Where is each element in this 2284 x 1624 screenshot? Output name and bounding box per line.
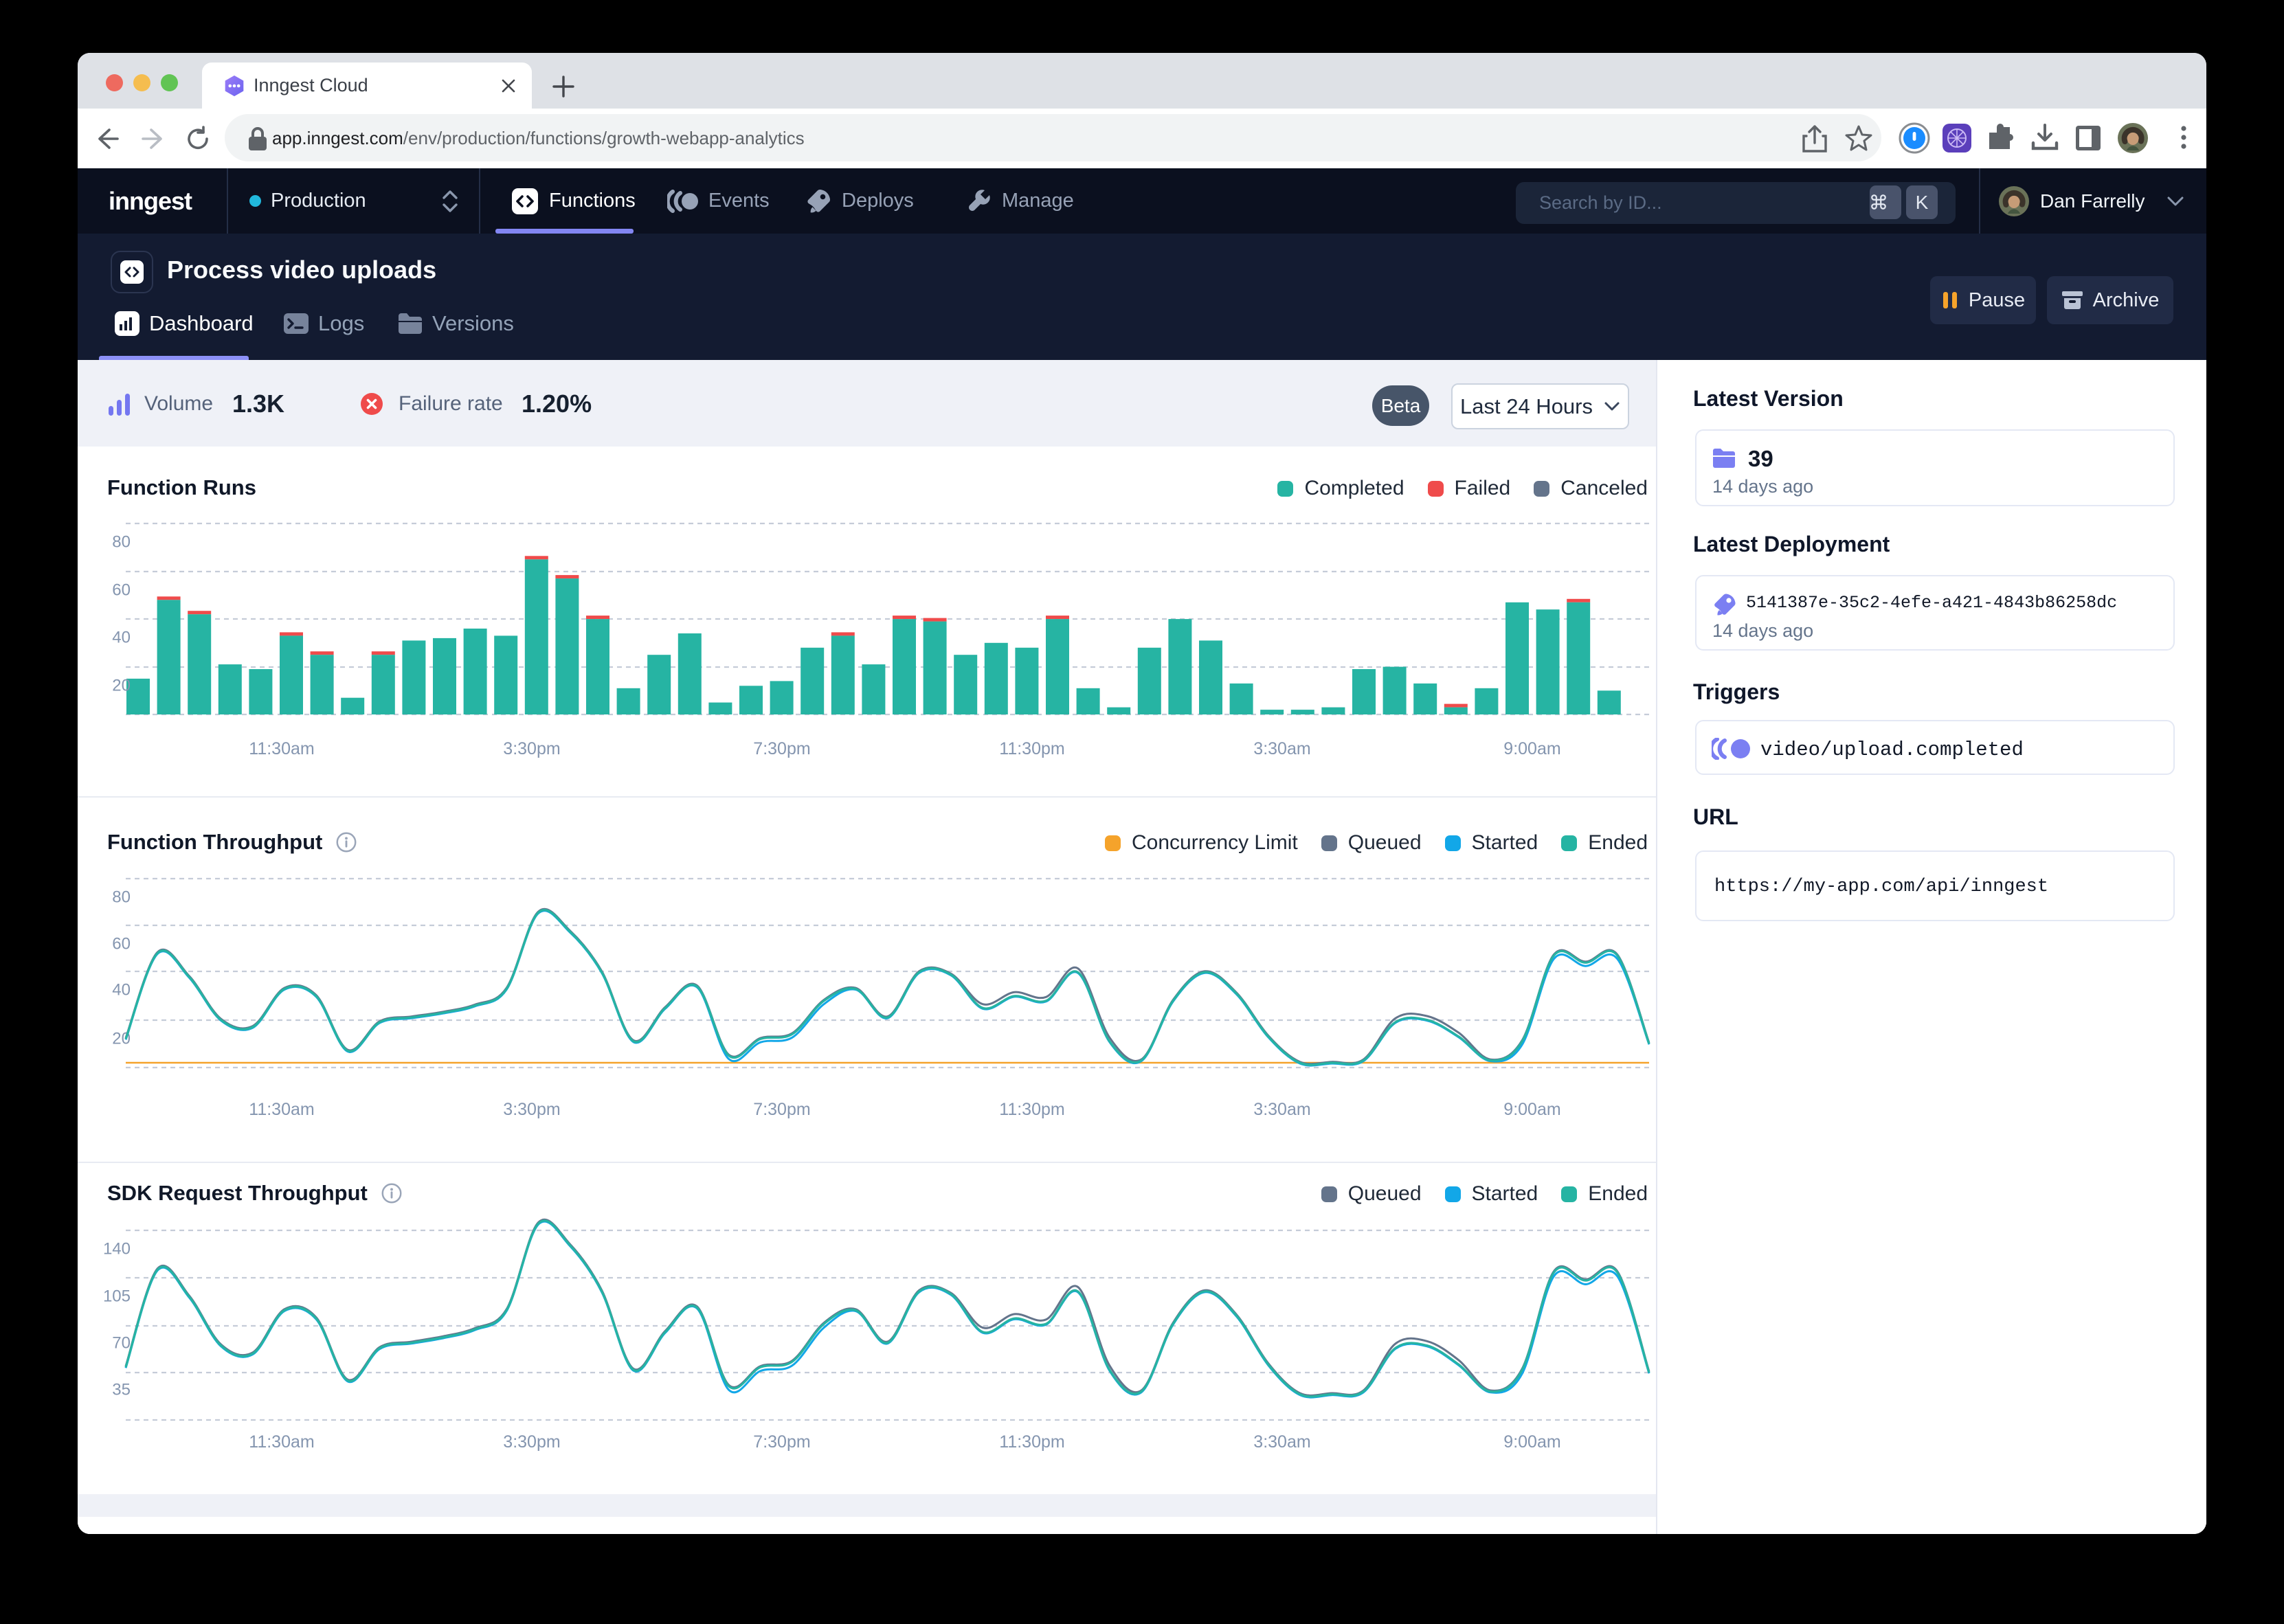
svg-text:3:30pm: 3:30pm	[503, 1432, 560, 1452]
svg-text:70: 70	[112, 1334, 131, 1353]
svg-text:3:30pm: 3:30pm	[503, 1100, 560, 1119]
svg-text:11:30pm: 11:30pm	[999, 1432, 1064, 1452]
svg-text:3:30pm: 3:30pm	[503, 739, 560, 758]
svg-text:40: 40	[112, 981, 131, 1000]
svg-text:105: 105	[103, 1287, 131, 1306]
svg-text:11:30am: 11:30am	[249, 1432, 314, 1452]
svg-text:7:30pm: 7:30pm	[753, 739, 810, 758]
svg-text:11:30pm: 11:30pm	[999, 1100, 1064, 1119]
svg-text:3:30am: 3:30am	[1253, 1432, 1310, 1452]
svg-text:3:30am: 3:30am	[1253, 1100, 1310, 1119]
svg-text:40: 40	[112, 629, 131, 647]
svg-text:80: 80	[112, 888, 131, 907]
svg-text:20: 20	[112, 677, 131, 695]
svg-text:60: 60	[112, 581, 131, 600]
svg-text:9:00am: 9:00am	[1503, 1432, 1560, 1452]
svg-text:140: 140	[103, 1240, 131, 1259]
svg-text:11:30am: 11:30am	[249, 1100, 314, 1119]
svg-text:7:30pm: 7:30pm	[753, 1432, 810, 1452]
svg-text:11:30am: 11:30am	[249, 739, 314, 758]
svg-text:35: 35	[112, 1381, 131, 1399]
svg-text:11:30pm: 11:30pm	[999, 739, 1064, 758]
svg-text:60: 60	[112, 935, 131, 954]
svg-text:80: 80	[112, 533, 131, 552]
svg-text:9:00am: 9:00am	[1503, 739, 1560, 758]
svg-text:3:30am: 3:30am	[1253, 739, 1310, 758]
svg-text:7:30pm: 7:30pm	[753, 1100, 810, 1119]
svg-text:9:00am: 9:00am	[1503, 1100, 1560, 1119]
